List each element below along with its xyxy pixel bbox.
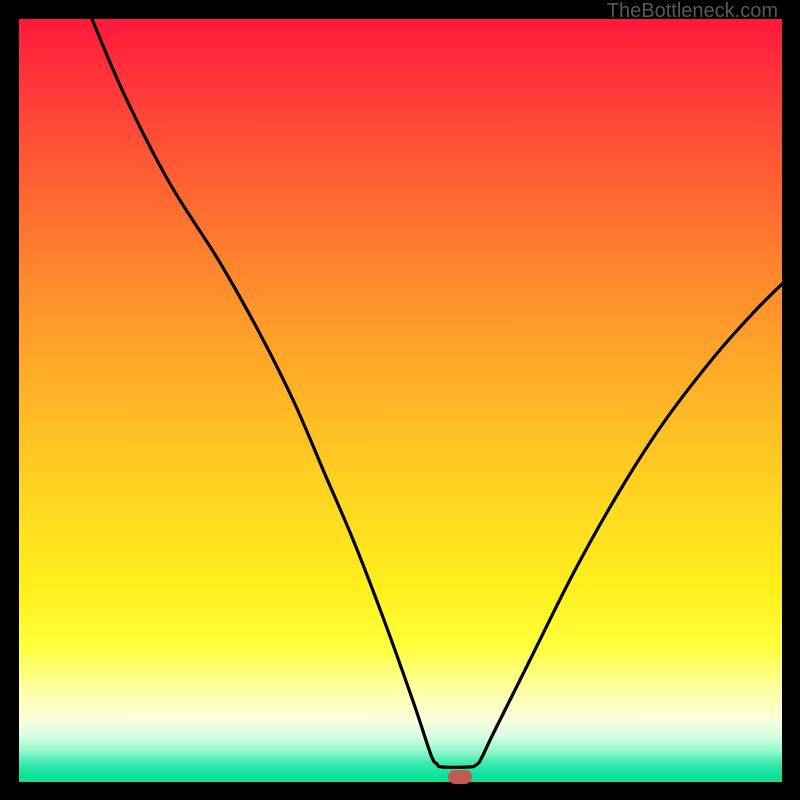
bottleneck-curve [19, 19, 782, 782]
chart-frame: TheBottleneck.com [0, 0, 800, 800]
chart-plot-area [19, 19, 782, 782]
watermark-text: TheBottleneck.com [607, 0, 778, 23]
optimum-marker [448, 770, 472, 784]
